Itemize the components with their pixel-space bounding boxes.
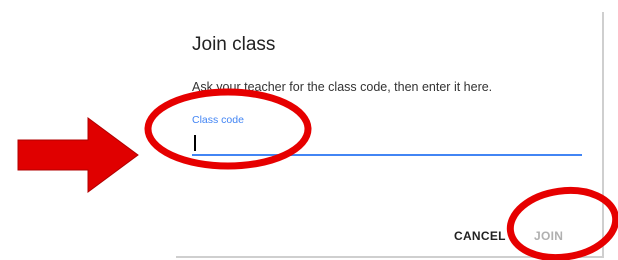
class-code-field: Class code xyxy=(192,114,582,158)
cancel-button[interactable]: CANCEL xyxy=(454,222,506,250)
dialog-bottom-border xyxy=(176,256,604,258)
dialog-right-border xyxy=(602,12,604,258)
dialog-description: Ask your teacher for the class code, the… xyxy=(192,80,493,94)
join-class-dialog: Join class Ask your teacher for the clas… xyxy=(176,0,604,258)
join-button[interactable]: JOIN xyxy=(534,222,563,250)
screenshot: Join class Ask your teacher for the clas… xyxy=(0,0,618,260)
dialog-title: Join class xyxy=(192,34,276,55)
class-code-input[interactable] xyxy=(192,132,582,156)
right-arrow-icon xyxy=(17,117,139,193)
class-code-label: Class code xyxy=(192,114,244,126)
text-cursor xyxy=(194,135,196,151)
